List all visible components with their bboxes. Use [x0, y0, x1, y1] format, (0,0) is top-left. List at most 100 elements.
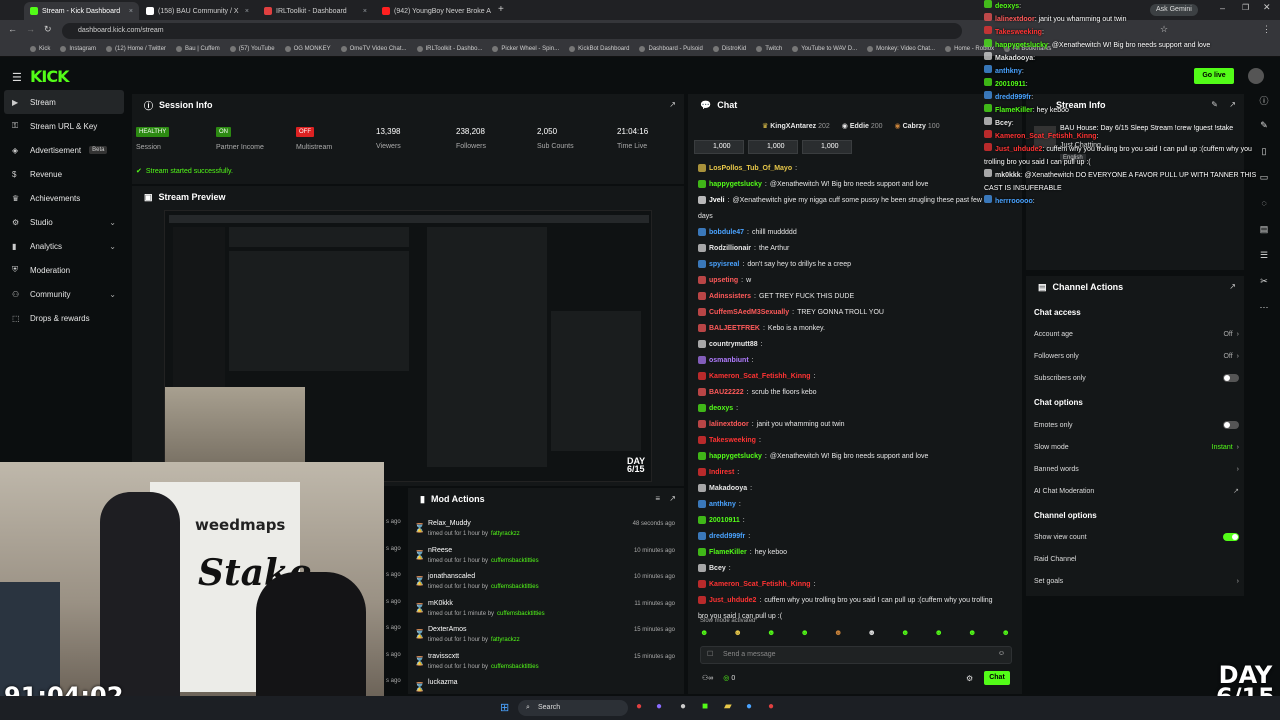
chat-message[interactable]: Adinssisters: GET TREY FUCK THIS DUDE [698, 288, 1014, 304]
emote-icon[interactable]: ☻ [834, 628, 842, 640]
send-chat-button[interactable]: Chat [984, 671, 1010, 685]
back-icon[interactable]: ← [8, 24, 17, 34]
chat-message[interactable]: Takesweeking: [698, 432, 1014, 448]
moderator-name[interactable]: cuffemsbacktitties [497, 611, 545, 617]
mod-target-name[interactable]: nReese [428, 547, 452, 554]
url-input[interactable]: dashboard.kick.com/stream [62, 23, 962, 39]
chat-message[interactable]: BAU22222: scrub the floors kebo [698, 384, 1014, 400]
chat-username[interactable]: dredd999fr [709, 533, 745, 540]
emote-icon[interactable]: ☻ [901, 628, 909, 640]
chat-message[interactable]: 20010911: [698, 512, 1014, 528]
sidebar-item-stream-url-key[interactable]: ⚿ Stream URL & Key [0, 114, 128, 138]
chat-username[interactable]: Jveli [709, 197, 725, 204]
mod-action-row[interactable]: ⌛ jonathanscaled timed out for 1 hour by cu… [408, 569, 683, 595]
goal-pill[interactable]: 1,000 [802, 140, 852, 154]
moderator-name[interactable]: cuffemsbacktitties [491, 584, 539, 590]
bookmark-item[interactable]: Instagram [60, 46, 96, 52]
account-age-row[interactable]: Account age Off › [1034, 324, 1239, 344]
set-goals-row[interactable]: Set goals › [1034, 571, 1239, 591]
chat-message[interactable]: happygetslucky: @Xenathewitch W! Big bro … [698, 176, 1014, 192]
bookmark-item[interactable]: Picker Wheel - Spin... [492, 46, 559, 52]
raid-channel-row[interactable]: Raid Channel [1034, 549, 1239, 569]
chat-message[interactable]: osmanbiunt: [698, 352, 1014, 368]
chat-message[interactable]: days [698, 208, 1014, 224]
sidebar-item-drops-rewards[interactable]: ⬚ Drops & rewards [0, 306, 128, 330]
chat-username[interactable]: bobdule47 [709, 229, 744, 236]
popout-icon[interactable]: ↗ [669, 494, 676, 503]
ai-moderation-row[interactable]: AI Chat Moderation ↗ [1034, 481, 1239, 501]
chat-username[interactable]: LosPollos_Tub_Of_Mayo [709, 165, 792, 172]
sidebar-item-revenue[interactable]: $ Revenue [0, 162, 128, 186]
chat-message[interactable]: spyisreal: don't say hey to drillys he a … [698, 256, 1014, 272]
mod-action-row[interactable]: ⌛ travisscxtt timed out for 1 hour by cuffe… [408, 649, 683, 675]
chat-username[interactable]: CuffemSAedM3Sexually [709, 309, 789, 316]
chat-username[interactable]: spyisreal [709, 261, 739, 268]
mod-target-name[interactable]: Relax_Muddy [428, 520, 471, 527]
emote-icon[interactable]: ☻ [801, 628, 809, 640]
chat-message[interactable]: lalinextdoor: janit you whamming out twin [698, 416, 1014, 432]
chat-message[interactable]: FlameKiller: hey keboo [698, 544, 1014, 560]
chat-message[interactable]: CuffemSAedM3Sexually: TREY GONNA TROLL YO… [698, 304, 1014, 320]
chrome2-taskbar-icon[interactable]: ● [768, 701, 774, 712]
sidebar-item-community[interactable]: ⚇ Community ⌄ [0, 282, 128, 306]
chat-message[interactable]: Indirest: [698, 464, 1014, 480]
chat-message[interactable]: Makadooya: [698, 480, 1014, 496]
banned-words-row[interactable]: Banned words › [1034, 459, 1239, 479]
emote-picker-icon[interactable]: ☺ [998, 650, 1005, 657]
chat-message[interactable]: Kameron_Scat_Fetishh_Kinng: [698, 576, 1014, 592]
chat-message[interactable]: Bcey: [698, 560, 1014, 576]
windows-start-icon[interactable]: ⊞ [500, 701, 509, 714]
moderator-name[interactable]: fattyrackzz [491, 531, 520, 537]
chat-message[interactable]: bobdule47: chilll muddddd [698, 224, 1014, 240]
chat-username[interactable]: Kameron_Scat_Fetishh_Kinng [709, 373, 811, 380]
goal-pill[interactable]: 1,000 [748, 140, 798, 154]
emote-icon[interactable]: ☻ [968, 628, 976, 640]
chat-message[interactable]: upseting: w [698, 272, 1014, 288]
bookmark-item[interactable]: Dashboard - Pulsoid [639, 46, 703, 52]
chat-message[interactable]: Jveli: @Xenathewitch give my nigga cuff s… [698, 192, 1014, 208]
chat-message[interactable]: Kameron_Scat_Fetishh_Kinng: [698, 368, 1014, 384]
bookmark-item[interactable]: Twitch [756, 46, 782, 52]
chat-message[interactable]: happygetslucky: @Xenathewitch W! Big bro … [698, 448, 1014, 464]
bookmark-item[interactable]: OmeTV Video Chat... [340, 46, 407, 52]
chat-username[interactable]: lalinextdoor [709, 421, 749, 428]
preview-video[interactable]: DAY 6/15 [164, 210, 652, 487]
goal-pill[interactable]: 1,000 [694, 140, 744, 154]
tab-irltoolkit[interactable]: IRLToolkit - Dashboard × [258, 2, 373, 20]
chrome-taskbar-icon[interactable]: ● [636, 701, 642, 712]
moderator-name[interactable]: cuffemsbacktitties [491, 558, 539, 564]
steam-taskbar-icon[interactable]: ● [746, 701, 752, 712]
reload-icon[interactable]: ↻ [44, 24, 52, 35]
kick-taskbar-icon[interactable]: ■ [702, 701, 708, 712]
forward-icon[interactable]: → [26, 24, 35, 34]
chat-message[interactable]: dredd999fr: [698, 528, 1014, 544]
bookmark-item[interactable]: IRLToolkit - Dashbo... [416, 46, 482, 52]
emote-icon[interactable]: ☻ [734, 628, 742, 640]
chat-username[interactable]: deoxys [709, 405, 733, 412]
folder-taskbar-icon[interactable]: ▰ [724, 701, 732, 712]
server-tool-icon[interactable]: ☰ [1252, 250, 1276, 276]
mod-target-name[interactable]: jonathanscaled [428, 573, 475, 580]
close-tab-icon[interactable]: × [363, 8, 367, 15]
close-tab-icon[interactable]: × [245, 8, 249, 15]
share-tool-icon[interactable]: ⋯ [1252, 302, 1276, 328]
mod-target-name[interactable]: mK0kkk [428, 600, 453, 607]
chat-username[interactable]: happygetslucky [709, 453, 762, 460]
chat-message[interactable]: Just_uhdude2: cuffem why you trolling bro… [698, 592, 1014, 608]
bookmark-item[interactable]: Kick [30, 46, 50, 52]
emote-icon[interactable]: ☻ [1002, 628, 1010, 640]
tab-bau-community[interactable]: (158) BAU Community / X × [140, 2, 255, 20]
mod-target-name[interactable]: travisscxtt [428, 653, 459, 660]
bookmark-item[interactable]: Monkey: Video Chat... [867, 46, 935, 52]
mod-action-row[interactable]: ⌛ mK0kkk timed out for 1 minute by cuffemsb… [408, 596, 683, 622]
mod-action-row[interactable]: ⌛ DexterAmos timed out for 1 hour by fattyr… [408, 622, 683, 648]
mod-target-name[interactable]: luckazma [428, 679, 458, 686]
chat-message[interactable]: Rodzillionair: the Arthur [698, 240, 1014, 256]
new-tab-icon[interactable]: + [498, 4, 504, 15]
bookmark-item[interactable]: DistroKid [712, 46, 746, 52]
chat-username[interactable]: Kameron_Scat_Fetishh_Kinng [709, 581, 811, 588]
popout-icon[interactable]: ↗ [1229, 282, 1236, 291]
chat-username[interactable]: Bcey [709, 565, 726, 572]
sidebar-item-advertisement[interactable]: ◈ Advertisement Beta [0, 138, 128, 162]
chat-username[interactable]: Takesweeking [709, 437, 756, 444]
